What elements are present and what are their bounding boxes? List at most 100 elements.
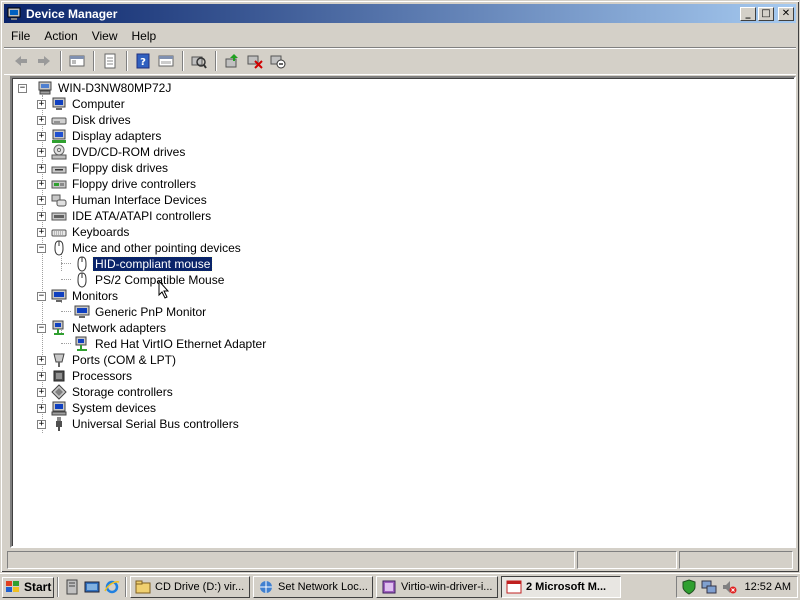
close-button[interactable]: ✕ (778, 6, 794, 21)
taskbar-button-cd-drive[interactable]: CD Drive (D:) vir... (130, 576, 250, 598)
taskbar-button-microsoft-mmc[interactable]: 2 Microsoft M... (501, 576, 621, 598)
tree-root-label: WIN-D3NW80MP72J (58, 81, 172, 95)
properties-button[interactable] (99, 50, 121, 72)
expand-toggle[interactable]: + (37, 227, 46, 237)
collapse-toggle[interactable]: − (37, 323, 46, 333)
tree-item-label: Red Hat VirtIO Ethernet Adapter (95, 337, 267, 351)
port-icon (53, 353, 65, 367)
forward-button[interactable] (33, 50, 55, 72)
usb-icon (56, 417, 62, 431)
taskbar-button-set-network-location[interactable]: Set Network Loc... (253, 576, 373, 598)
tree-item-floppy-drive-controllers[interactable]: + Floppy drive controllers (37, 176, 198, 192)
tree-item-computer[interactable]: + Computer (37, 96, 127, 112)
tree-item-label: Monitors (72, 289, 119, 303)
uninstall-button[interactable] (244, 50, 266, 72)
tree-item-human-interface-devices[interactable]: + Human Interface Devices (37, 192, 209, 208)
status-pane (679, 551, 793, 569)
expand-toggle[interactable]: + (37, 163, 46, 173)
scan-hardware-button[interactable] (188, 50, 210, 72)
expand-toggle[interactable]: + (37, 403, 46, 413)
tree-item-virtio-ethernet[interactable]: Red Hat VirtIO Ethernet Adapter (74, 336, 268, 352)
tree-item-ps2-mouse[interactable]: PS/2 Compatible Mouse (74, 272, 226, 288)
network-status-icon[interactable] (701, 579, 717, 595)
taskbar-separator (57, 577, 59, 597)
toolbar-separator (93, 51, 95, 71)
collapse-toggle[interactable]: − (37, 291, 46, 301)
quicklaunch-internet-explorer[interactable] (102, 577, 122, 597)
up-button[interactable] (66, 50, 88, 72)
tree-item-network-adapters[interactable]: − Network adapters (37, 320, 168, 336)
back-button[interactable] (10, 50, 32, 72)
tree-item-label: Mice and other pointing devices (72, 241, 241, 255)
tree-root[interactable]: − WIN-D3NW80MP72J (18, 80, 173, 96)
toolbar-separator (215, 51, 217, 71)
tree-line (61, 311, 71, 312)
collapse-toggle[interactable]: − (18, 83, 27, 93)
security-icon[interactable] (681, 579, 697, 595)
tree-item-label: System devices (72, 401, 157, 415)
tree-item-monitors[interactable]: − Monitors (37, 288, 120, 304)
tree-item-processors[interactable]: + Processors (37, 368, 134, 384)
tree-item-usb-controllers[interactable]: + Universal Serial Bus controllers (37, 416, 241, 432)
update-driver-icon (225, 54, 238, 68)
tree-item-ports[interactable]: + Ports (COM & LPT) (37, 352, 178, 368)
help-button[interactable]: ? (132, 50, 154, 72)
quicklaunch-server-manager[interactable] (62, 577, 82, 597)
help-icon: ? (136, 53, 150, 69)
device-tree[interactable]: − WIN-D3NW80MP72J + Computer + Disk driv… (10, 76, 796, 548)
disable-button[interactable] (267, 50, 289, 72)
menu-view[interactable]: View (85, 27, 125, 45)
menu-help[interactable]: Help (125, 27, 164, 45)
monitor-icon (51, 289, 67, 302)
console-button[interactable] (155, 50, 177, 72)
floppy-icon (51, 166, 67, 174)
menu-file[interactable]: File (4, 27, 37, 45)
menu-action[interactable]: Action (37, 27, 84, 45)
tree-item-label: HID-compliant mouse (91, 256, 214, 272)
processor-icon (53, 370, 65, 382)
expand-toggle[interactable]: + (37, 131, 46, 141)
expand-toggle[interactable]: + (37, 371, 46, 381)
expand-toggle[interactable]: + (37, 419, 46, 429)
volume-muted-icon[interactable] (721, 579, 737, 595)
tree-item-display-adapters[interactable]: + Display adapters (37, 128, 163, 144)
tree-item-disk-drives[interactable]: + Disk drives (37, 112, 133, 128)
device-manager-window: Device Manager _ □ ✕ File Action View He… (0, 0, 800, 573)
expand-toggle[interactable]: + (37, 179, 46, 189)
computer-icon (52, 97, 66, 110)
tree-item-system-devices[interactable]: + System devices (37, 400, 158, 416)
expand-toggle[interactable]: + (37, 115, 46, 125)
tree-item-mice[interactable]: − Mice and other pointing devices (37, 240, 243, 256)
clock[interactable]: 12:52 AM (745, 581, 791, 593)
toolbar-separator (126, 51, 128, 71)
tree-item-keyboards[interactable]: + Keyboards (37, 224, 131, 240)
expand-toggle[interactable]: + (37, 355, 46, 365)
title-bar[interactable]: Device Manager _ □ ✕ (4, 4, 796, 23)
collapse-toggle[interactable]: − (37, 243, 46, 253)
tree-item-generic-pnp-monitor[interactable]: Generic PnP Monitor (74, 304, 208, 320)
minimize-button[interactable]: _ (740, 6, 756, 21)
tree-item-ide-controllers[interactable]: + IDE ATA/ATAPI controllers (37, 208, 213, 224)
expand-toggle[interactable]: + (37, 195, 46, 205)
disk-drive-icon (51, 117, 67, 125)
start-button[interactable]: Start (2, 576, 54, 598)
tree-item-label: Universal Serial Bus controllers (72, 417, 239, 431)
expand-toggle[interactable]: + (37, 99, 46, 109)
expand-toggle[interactable]: + (37, 211, 46, 221)
update-driver-button[interactable] (221, 50, 243, 72)
maximize-button[interactable]: □ (758, 6, 774, 21)
taskbar: Start CD Drive (D:) vir... Set Network L… (0, 573, 800, 600)
expand-toggle[interactable]: + (37, 387, 46, 397)
toolbar: ? (4, 47, 796, 75)
quicklaunch-show-desktop[interactable] (82, 577, 102, 597)
taskbar-button-virtio-installer[interactable]: Virtio-win-driver-i... (376, 576, 498, 598)
tree-item-floppy-disk-drives[interactable]: + Floppy disk drives (37, 160, 170, 176)
start-label: Start (24, 580, 52, 594)
tree-item-dvd-cd-rom-drives[interactable]: + DVD/CD-ROM drives (37, 144, 187, 160)
tree-item-hid-compliant-mouse[interactable]: HID-compliant mouse (74, 256, 214, 272)
scan-hardware-icon (191, 56, 207, 69)
toolbar-separator (60, 51, 62, 71)
system-icon (51, 401, 67, 416)
tree-item-storage-controllers[interactable]: + Storage controllers (37, 384, 175, 400)
expand-toggle[interactable]: + (37, 147, 46, 157)
